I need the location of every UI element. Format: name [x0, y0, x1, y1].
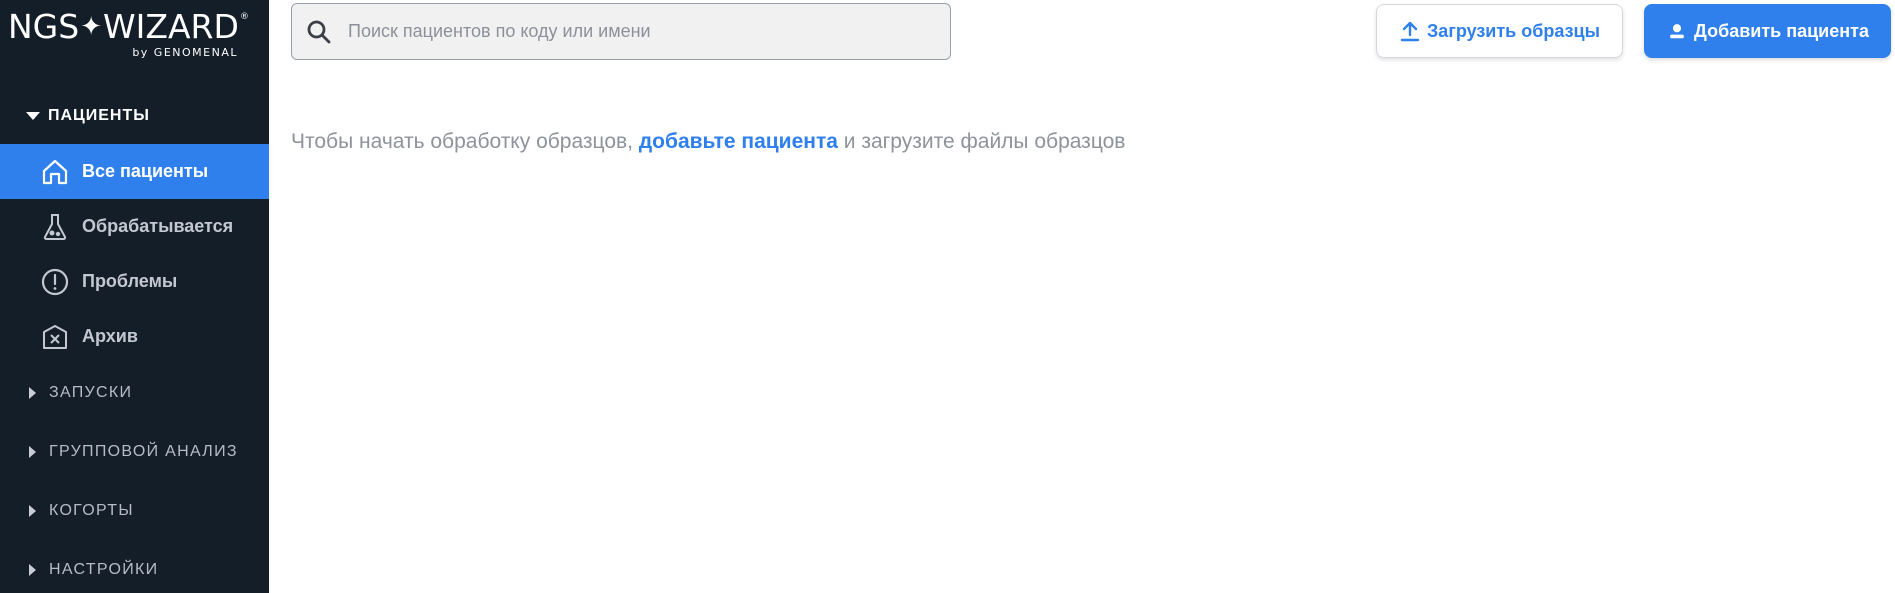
upload-icon	[1399, 20, 1421, 42]
caret-right-icon	[29, 387, 36, 399]
sidebar-section-label: НАСТРОЙКИ	[49, 561, 159, 578]
sidebar-section-cohorts[interactable]: КОГОРТЫ	[26, 502, 134, 520]
sidebar-item-label: Архив	[82, 326, 138, 346]
main-content: Загрузить образцы Добавить пациента Чтоб…	[269, 0, 1895, 593]
sidebar-section-patients[interactable]: ПАЦИЕНТЫ	[26, 107, 150, 125]
empty-state-text-after: и загрузите файлы образцов	[837, 130, 1126, 153]
logo-star-icon: ✦	[80, 12, 103, 42]
add-patient-link[interactable]: добавьте пациента	[639, 130, 838, 153]
sidebar-item-label: Обрабатывается	[82, 216, 234, 236]
upload-samples-label: Загрузить образцы	[1427, 20, 1600, 41]
sidebar-item-label: Проблемы	[82, 271, 178, 291]
alert-icon	[40, 267, 70, 297]
logo-text-left: NGS	[8, 7, 80, 46]
sidebar-item-problems[interactable]: Проблемы	[0, 254, 269, 309]
add-patient-label: Добавить пациента	[1694, 20, 1869, 41]
sidebar-section-label: КОГОРТЫ	[49, 502, 134, 519]
empty-state-message: Чтобы начать обработку образцов, добавьт…	[291, 130, 1125, 154]
search-box[interactable]	[291, 3, 951, 60]
archive-icon	[40, 322, 70, 352]
sidebar-section-runs[interactable]: ЗАПУСКИ	[26, 384, 132, 402]
sidebar: NGS ✦ WIZARD ® by GENOMENAL ПАЦИЕНТЫ Все…	[0, 0, 269, 593]
app-logo[interactable]: NGS ✦ WIZARD ® by GENOMENAL	[8, 8, 258, 60]
sidebar-section-settings[interactable]: НАСТРОЙКИ	[26, 561, 158, 579]
empty-state-text-before: Чтобы начать обработку образцов,	[291, 130, 639, 153]
logo-wordmark: NGS ✦ WIZARD ®	[8, 8, 258, 46]
logo-text-right: WIZARD	[103, 7, 239, 46]
sidebar-item-all-patients[interactable]: Все пациенты	[0, 144, 269, 199]
sidebar-item-label: Все пациенты	[82, 161, 209, 181]
sidebar-item-archive[interactable]: Архив	[0, 309, 269, 364]
upload-samples-button[interactable]: Загрузить образцы	[1376, 4, 1623, 58]
flask-icon	[40, 212, 70, 242]
caret-right-icon	[29, 446, 36, 458]
caret-down-icon	[26, 112, 40, 120]
sidebar-section-group-analysis[interactable]: ГРУППОВОЙ АНАЛИЗ	[26, 443, 238, 461]
user-icon	[1666, 20, 1688, 42]
search-icon	[307, 20, 331, 43]
search-input[interactable]	[348, 21, 928, 42]
add-patient-button[interactable]: Добавить пациента	[1644, 4, 1891, 58]
home-icon	[40, 157, 70, 187]
sidebar-section-label: ГРУППОВОЙ АНАЛИЗ	[49, 443, 238, 460]
logo-registered-mark: ®	[239, 12, 249, 22]
logo-subtitle: by GENOMENAL	[132, 46, 238, 59]
caret-right-icon	[29, 564, 36, 576]
sidebar-section-label: ПАЦИЕНТЫ	[48, 107, 150, 124]
sidebar-item-processing[interactable]: Обрабатывается	[0, 199, 269, 254]
caret-right-icon	[29, 505, 36, 517]
sidebar-section-label: ЗАПУСКИ	[49, 384, 133, 401]
